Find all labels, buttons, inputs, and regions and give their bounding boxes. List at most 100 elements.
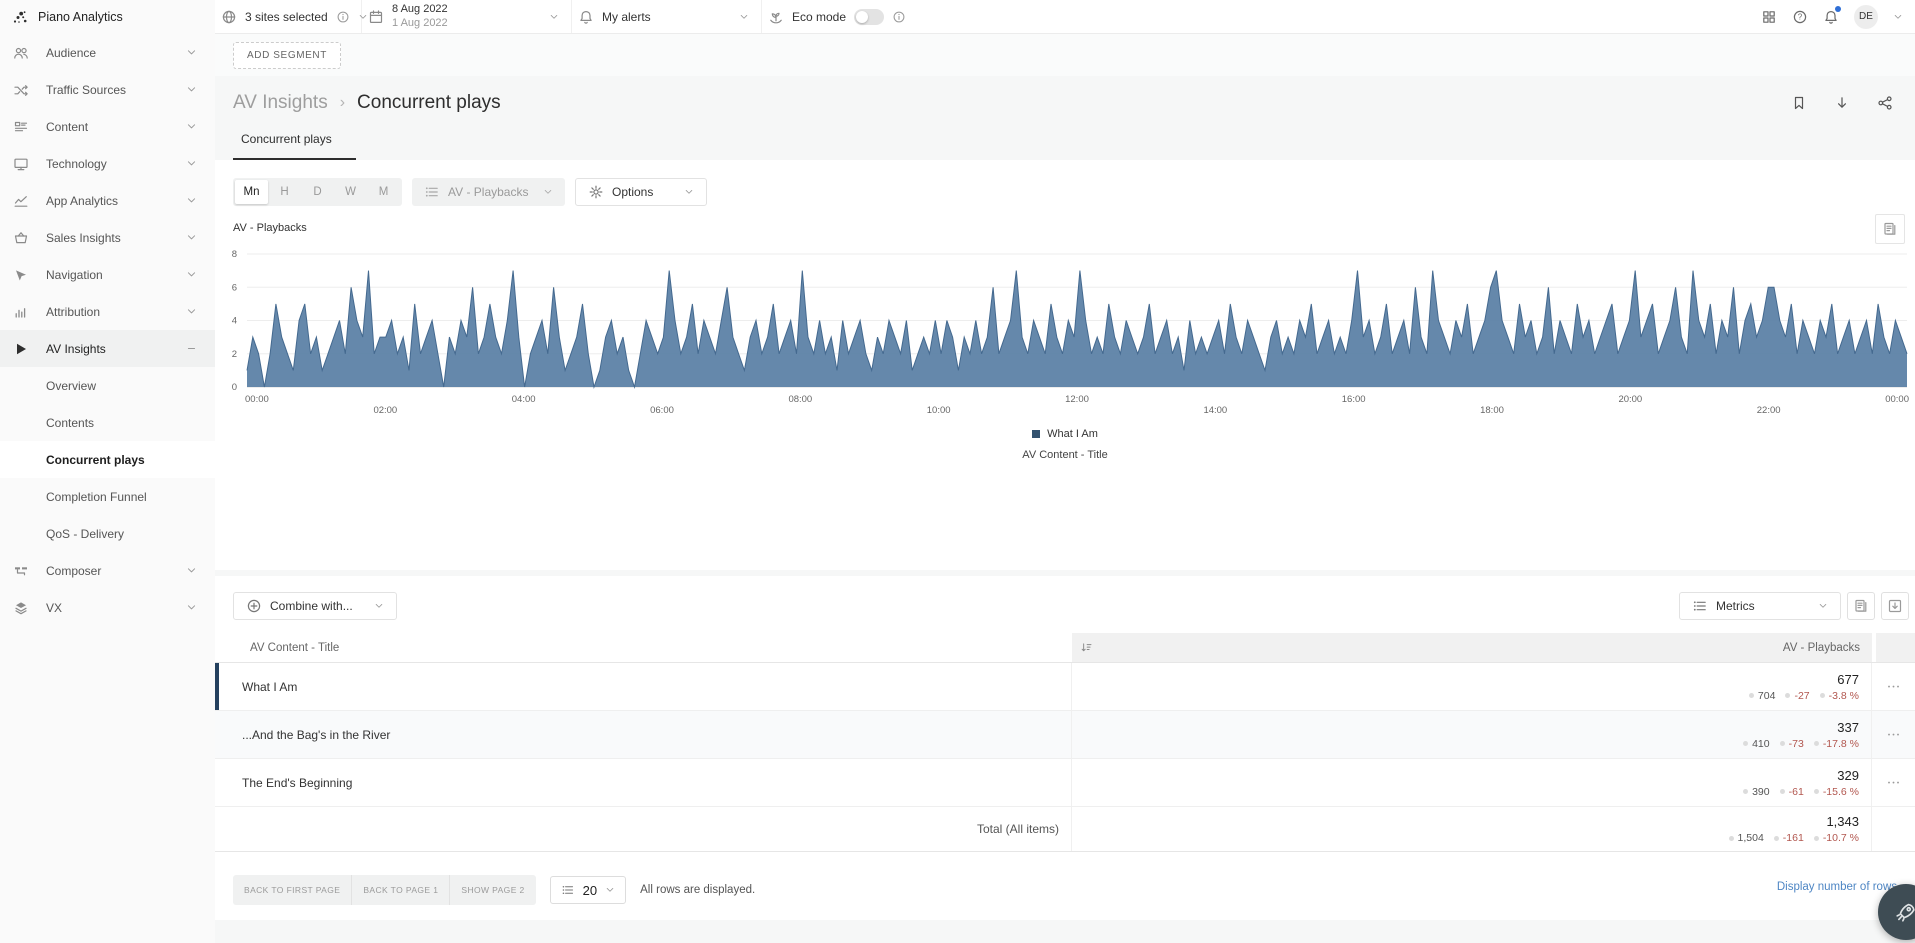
row-previous-value: 390 [1743,786,1770,798]
row-actions-button[interactable] [1872,663,1915,710]
options-dropdown[interactable]: Options [575,178,707,206]
chevron-down-icon [186,84,197,95]
user-avatar[interactable]: DE [1854,5,1878,29]
sidebar-item-label: Sales Insights [46,231,186,245]
sidebar-item-audience[interactable]: Audience [0,34,215,71]
sidebar-subitem-qos-delivery[interactable]: QoS - Delivery [0,515,215,552]
add-segment-button[interactable]: ADD SEGMENT [233,42,341,69]
apps-grid-icon[interactable] [1761,9,1777,25]
chevron-down-icon [549,12,559,22]
date-range-picker[interactable]: 8 Aug 2022 1 Aug 2022 [362,0,572,33]
combine-with-dropdown[interactable]: Combine with... [233,592,397,620]
row-actions-button[interactable] [1872,711,1915,758]
pagination-button-back-to-page-1[interactable]: BACK TO PAGE 1 [352,875,450,905]
table-body: What I Am677704-27-3.8 %...And the Bag's… [215,663,1915,807]
pagination-button-back-to-first-page[interactable]: BACK TO FIRST PAGE [233,875,352,905]
chart-controls: MnHDWM AV - Playbacks Options [233,178,707,206]
rows-per-page-select[interactable]: 20 [550,876,626,904]
chart-legend[interactable]: What I Am [215,428,1915,440]
page-title: Concurrent plays [357,92,501,114]
chevron-down-icon [186,602,197,613]
sidebar-subitem-overview[interactable]: Overview [0,367,215,404]
download-icon[interactable] [1834,95,1850,111]
sidebar-item-navigation[interactable]: Navigation [0,256,215,293]
column-header-dimension[interactable]: AV Content - Title [215,633,1072,662]
table-row[interactable]: ...And the Bag's in the River337410-73-1… [215,711,1915,759]
sidebar-item-technology[interactable]: Technology [0,145,215,182]
sidebar-item-composer[interactable]: Composer [0,552,215,589]
granularity-button-mn[interactable]: Mn [235,180,268,204]
breadcrumb-separator: › [340,94,345,112]
sidebar-item-label: AV Insights [46,342,186,356]
rocket-icon [1895,901,1915,923]
chevron-down-icon [1818,601,1828,611]
chevron-down-icon [186,565,197,576]
metric-dropdown[interactable]: AV - Playbacks [412,178,565,206]
sidebar-subitem-concurrent-plays[interactable]: Concurrent plays [0,441,215,478]
column-header-metric[interactable]: AV - Playbacks [1072,633,1872,662]
share-icon[interactable] [1877,95,1893,111]
row-actions-button[interactable] [1872,759,1915,806]
table-row[interactable]: What I Am677704-27-3.8 % [215,663,1915,711]
row-difference-value: -61 [1780,786,1804,798]
svg-text:22:00: 22:00 [1757,405,1781,416]
bookmark-icon[interactable] [1791,95,1807,111]
granularity-button-m[interactable]: M [367,180,400,204]
svg-text:00:00: 00:00 [245,394,269,405]
sidebar-subitem-completion-funnel[interactable]: Completion Funnel [0,478,215,515]
combine-with-label: Combine with... [270,599,353,613]
granularity-button-d[interactable]: D [301,180,334,204]
table-export-button[interactable] [1847,592,1875,620]
date-comparison: 1 Aug 2022 [392,17,448,30]
table-card: Combine with... Metrics AV Content - [215,576,1915,920]
info-icon[interactable] [336,10,350,24]
pagination-buttons: BACK TO FIRST PAGEBACK TO PAGE 1SHOW PAG… [233,875,536,905]
site-selector[interactable]: 3 sites selected [215,0,362,33]
bell-icon [578,9,594,25]
svg-text:08:00: 08:00 [788,394,812,405]
brand-logo-row[interactable]: Piano Analytics [0,0,215,34]
svg-text:12:00: 12:00 [1065,394,1089,405]
sidebar-item-attribution[interactable]: Attribution [0,293,215,330]
notifications-button[interactable] [1823,9,1839,25]
sidebar-item-content[interactable]: Content [0,108,215,145]
dot-icon [1743,741,1748,746]
tab-concurrent-plays[interactable]: Concurrent plays [233,130,356,160]
granularity-button-h[interactable]: H [268,180,301,204]
breadcrumb-parent[interactable]: AV Insights [233,92,328,114]
svg-text:18:00: 18:00 [1480,405,1504,416]
row-title: ...And the Bag's in the River [215,711,1072,758]
info-icon[interactable] [892,10,906,24]
help-icon[interactable]: ? [1792,9,1808,25]
eco-mode-toggle[interactable] [854,9,884,25]
row-previous-value: 410 [1743,738,1770,750]
svg-text:06:00: 06:00 [650,405,674,416]
svg-text:10:00: 10:00 [927,405,951,416]
dot-icon [1743,789,1748,794]
granularity-button-w[interactable]: W [334,180,367,204]
display-number-of-rows-link[interactable]: Display number of rows [1777,881,1897,893]
table-download-button[interactable] [1881,592,1909,620]
row-difference-value: -73 [1780,738,1804,750]
main-content: ADD SEGMENT AV Insights › Concurrent pla… [215,34,1915,943]
sidebar-subitem-contents[interactable]: Contents [0,404,215,441]
row-previous-value: 704 [1749,690,1776,702]
sidebar-item-traffic-sources[interactable]: Traffic Sources [0,71,215,108]
sidebar-item-vx[interactable]: VX [0,589,215,626]
my-alerts-menu[interactable]: My alerts [572,0,762,33]
dot-icon [1774,836,1779,841]
minus-icon [186,343,197,354]
table-row[interactable]: The End's Beginning329390-61-15.6 % [215,759,1915,807]
sidebar-item-av-insights[interactable]: AV Insights [0,330,215,367]
row-title: What I Am [215,663,1072,710]
chart-export-button[interactable] [1875,214,1905,244]
my-alerts-label: My alerts [602,10,651,24]
pagination-button-show-page-2[interactable]: SHOW PAGE 2 [450,875,535,905]
user-menu-chevron-icon[interactable] [1893,12,1903,22]
sidebar-item-sales-insights[interactable]: Sales Insights [0,219,215,256]
topbar-right-cluster: ? DE [1761,0,1915,33]
piano-analytics-logo-icon [12,9,28,25]
metrics-dropdown[interactable]: Metrics [1679,592,1841,620]
sidebar-item-app-analytics[interactable]: App Analytics [0,182,215,219]
sidebar-item-label: Technology [46,157,186,171]
